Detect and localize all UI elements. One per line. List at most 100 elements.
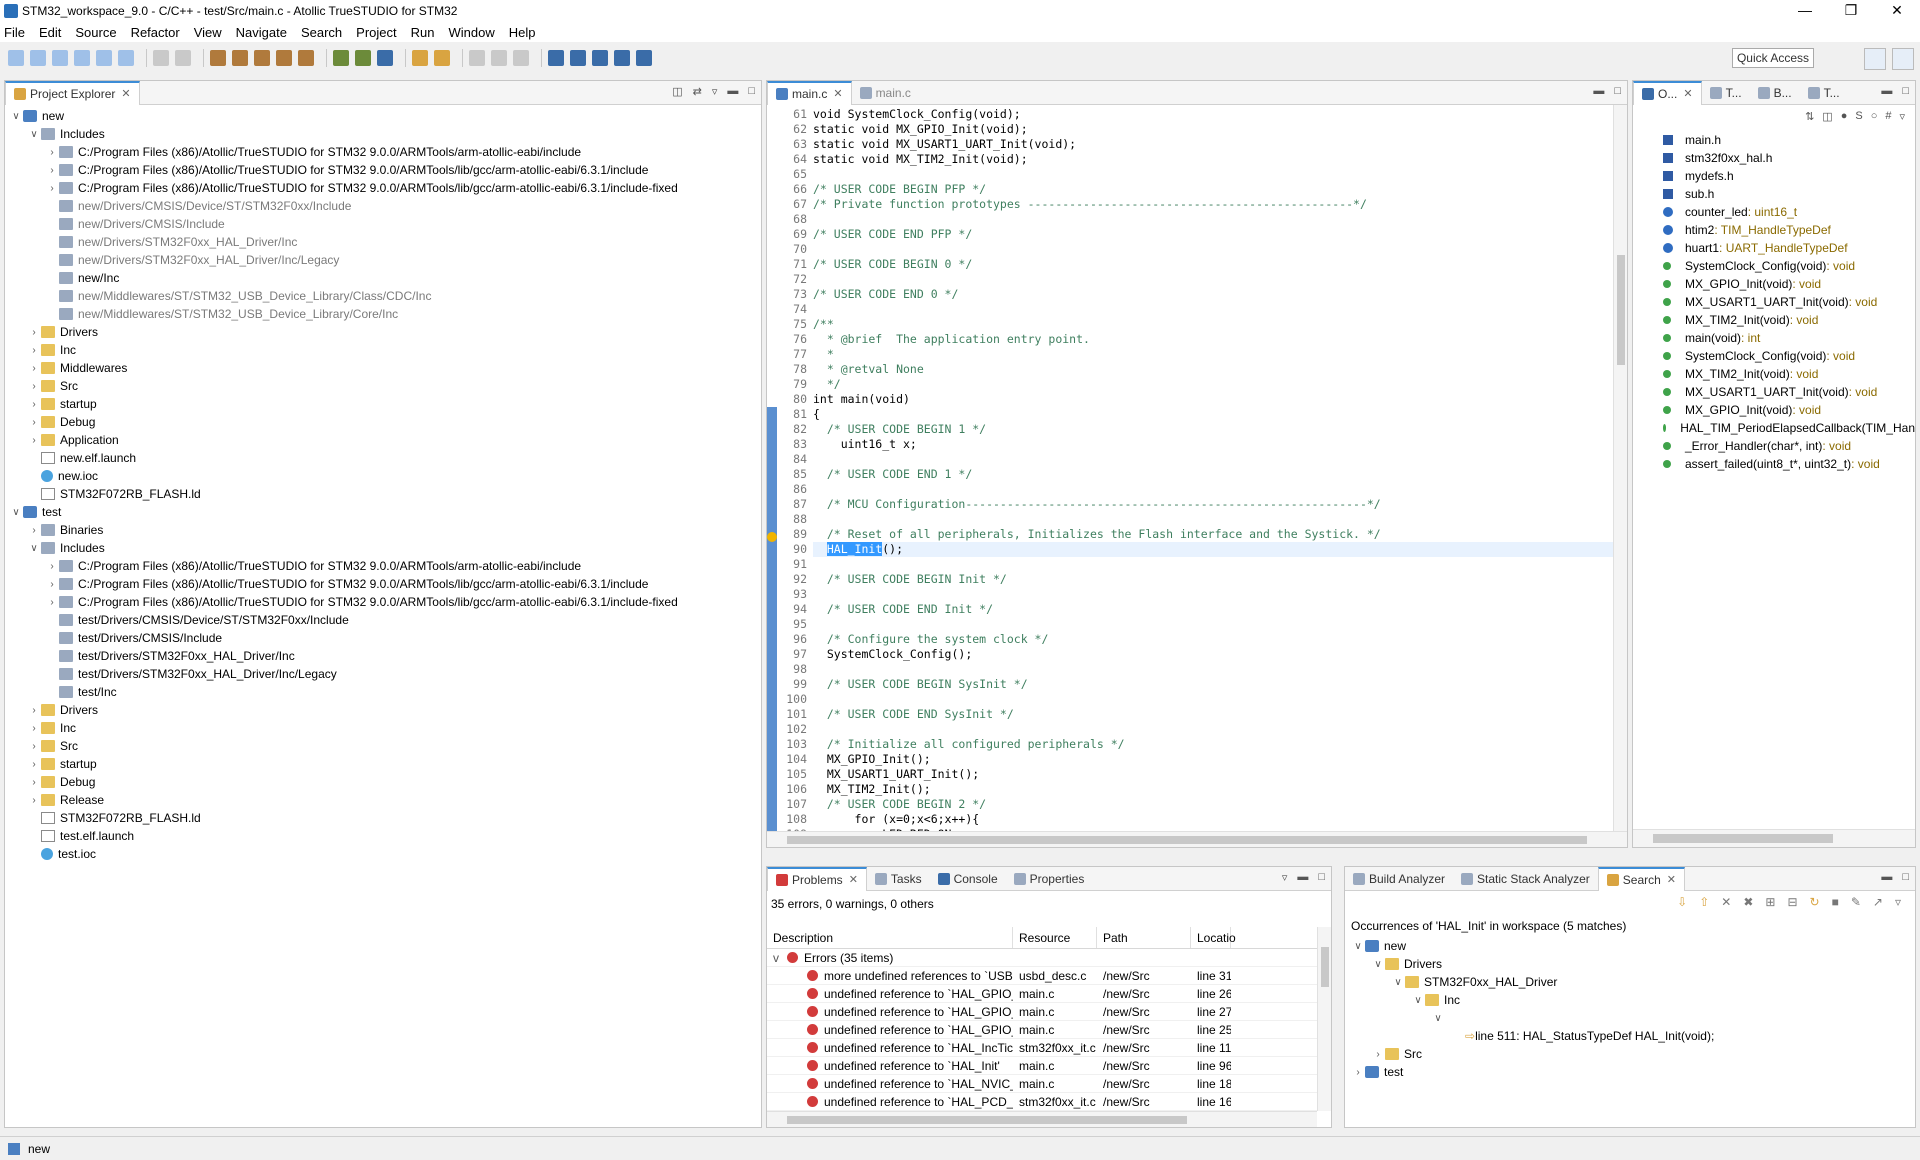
expanded-arrow-icon[interactable]: ∨ (9, 507, 23, 518)
menu-item-run[interactable]: Run (411, 25, 435, 40)
code-editor[interactable]: 61 62 63 64 65 66 67 68 69 70 71 72 73 74 75 76 77 78 79 80… (767, 105, 1627, 831)
hide-fields-icon[interactable]: ● (1841, 110, 1848, 124)
maximize-button[interactable]: ❐ (1828, 0, 1874, 22)
open-folder-icon[interactable] (412, 50, 428, 66)
tree-item[interactable]: new/Middlewares/ST/STM32_USB_Device_Libr… (5, 287, 761, 305)
table-row[interactable]: undefined reference to `HAL_GPIO_Init' ma… (767, 1003, 1317, 1021)
tree-item[interactable]: new/Drivers/CMSIS/Include (5, 215, 761, 233)
collapse-all-icon[interactable]: ◫ (1822, 110, 1832, 124)
maximize-icon[interactable]: □ (748, 85, 755, 98)
menu-item-file[interactable]: File (4, 25, 25, 40)
tree-item[interactable]: test/Drivers/CMSIS/Device/ST/STM32F0xx/I… (5, 611, 761, 629)
save-all-icon[interactable] (175, 50, 191, 66)
tree-item[interactable]: test/Drivers/STM32F0xx_HAL_Driver/Inc/Le… (5, 665, 761, 683)
minimize-icon[interactable]: ▬ (727, 85, 738, 98)
outline-item[interactable]: MX_TIM2_Init(void) : void (1663, 365, 1915, 383)
tree-item[interactable]: › Drivers (5, 323, 761, 341)
build-config-icon[interactable] (298, 50, 314, 66)
outline-horizontal-scrollbar[interactable] (1633, 829, 1915, 847)
expanded-arrow-icon[interactable]: ∨ (1411, 995, 1425, 1006)
outline-item[interactable]: SystemClock_Config(void) : void (1663, 347, 1915, 365)
forward-icon[interactable] (513, 50, 529, 66)
maximize-icon[interactable]: □ (1902, 85, 1909, 97)
collapsed-arrow-icon[interactable]: › (45, 579, 59, 590)
outline-item[interactable]: MX_TIM2_Init(void) : void (1663, 311, 1915, 329)
quick-access-input[interactable]: Quick Access (1731, 48, 1814, 68)
table-row[interactable]: undefined reference to `HAL_Init' main.c /… (767, 1057, 1317, 1075)
tools-icon[interactable] (434, 50, 450, 66)
tab-console[interactable]: Console (930, 867, 1006, 891)
menu-item-search[interactable]: Search (301, 25, 342, 40)
pin-icon[interactable]: ↗ (1873, 895, 1883, 909)
outline-item[interactable]: huart1 : UART_HandleTypeDef (1663, 239, 1915, 257)
tree-item[interactable]: new/Drivers/CMSIS/Device/ST/STM32F0xx/In… (5, 197, 761, 215)
outline-item[interactable]: main.h (1663, 131, 1915, 149)
link-editor-icon[interactable]: ⇄ (693, 85, 702, 98)
menu-item-source[interactable]: Source (75, 25, 116, 40)
expanded-arrow-icon[interactable]: ∨ (1351, 941, 1365, 952)
collapsed-arrow-icon[interactable]: › (27, 705, 41, 716)
build-icon[interactable] (210, 50, 226, 66)
tab-main-c-active[interactable]: main.c ✕ (767, 80, 852, 105)
outline-item[interactable]: _Error_Handler(char*, int) : void (1663, 437, 1915, 455)
filter-icon[interactable]: ▿ (1282, 871, 1288, 884)
collapsed-arrow-icon[interactable]: › (27, 327, 41, 338)
column-header-1[interactable]: Resource (1013, 927, 1097, 948)
tab-problems[interactable]: Problems ✕ (767, 866, 867, 891)
column-header-0[interactable]: Description (767, 927, 1013, 948)
export-icon[interactable] (118, 50, 134, 66)
collapsed-arrow-icon[interactable]: › (45, 183, 59, 194)
expanded-arrow-icon[interactable]: ∨ (9, 111, 23, 122)
close-icon[interactable]: ✕ (849, 873, 858, 886)
expanded-arrow-icon[interactable]: ∨ (27, 129, 41, 140)
tree-item[interactable]: ∨ Includes (5, 539, 761, 557)
search-tree-item[interactable]: ∨ (1351, 1009, 1915, 1027)
window-icon[interactable] (570, 50, 586, 66)
tree-item[interactable]: new.ioc (5, 467, 761, 485)
tab-project-explorer[interactable]: Project Explorer ✕ (5, 80, 140, 105)
close-icon[interactable]: ✕ (1683, 87, 1692, 100)
save-icon[interactable] (153, 50, 169, 66)
outline-item[interactable]: MX_USART1_UART_Init(void) : void (1663, 293, 1915, 311)
menu-item-view[interactable]: View (194, 25, 222, 40)
tree-item[interactable]: › Debug (5, 773, 761, 791)
collapse-all-icon[interactable]: ◫ (672, 85, 682, 98)
hide-static-icon[interactable]: S (1855, 110, 1862, 124)
collapsed-arrow-icon[interactable]: › (27, 417, 41, 428)
new-header-icon[interactable] (74, 50, 90, 66)
exit-icon[interactable] (636, 50, 652, 66)
tab-build-analyzer[interactable]: Build Analyzer (1345, 867, 1453, 891)
navigate-icon[interactable] (469, 50, 485, 66)
collapse-all-icon[interactable]: ⊟ (1787, 895, 1797, 909)
collapsed-arrow-icon[interactable]: › (1371, 1049, 1385, 1060)
debug-icon[interactable] (333, 50, 349, 66)
next-match-icon[interactable]: ⇩ (1677, 895, 1687, 909)
table-row[interactable]: undefined reference to `HAL_NVIC_SetPrio… (767, 1075, 1317, 1093)
column-header-3[interactable]: Locatio (1191, 927, 1236, 948)
expanded-arrow-icon[interactable]: ∨ (1431, 1013, 1445, 1024)
minimize-icon[interactable]: ▬ (1297, 871, 1308, 884)
outline-item[interactable]: HAL_TIM_PeriodElapsedCallback(TIM_Han (1663, 419, 1915, 437)
collapsed-arrow-icon[interactable]: › (27, 399, 41, 410)
tree-item[interactable]: new.elf.launch (5, 449, 761, 467)
remove-all-icon[interactable]: ✖ (1743, 895, 1753, 909)
collapsed-arrow-icon[interactable]: › (45, 165, 59, 176)
search-tree-item[interactable]: ∨ Inc (1351, 991, 1915, 1009)
tree-item[interactable]: › C:/Program Files (x86)/Atollic/TrueSTUD… (5, 161, 761, 179)
maximize-icon[interactable]: □ (1614, 85, 1621, 97)
collapsed-arrow-icon[interactable]: › (27, 363, 41, 374)
collapsed-arrow-icon[interactable]: › (45, 597, 59, 608)
tab-outline[interactable]: O... ✕ (1633, 80, 1702, 105)
tab-properties[interactable]: Properties (1006, 867, 1093, 891)
menu-item-window[interactable]: Window (449, 25, 495, 40)
tab-templates[interactable]: T... (1800, 81, 1848, 105)
minimize-button[interactable]: — (1782, 0, 1828, 22)
project-node[interactable]: ∨ new (5, 107, 761, 125)
tree-item[interactable]: test.ioc (5, 845, 761, 863)
outline-item[interactable]: MX_GPIO_Init(void) : void (1663, 401, 1915, 419)
hide-nonpublic-icon[interactable]: ○ (1871, 110, 1878, 124)
outline-item[interactable]: stm32f0xx_hal.h (1663, 149, 1915, 167)
tree-item[interactable]: ∨ Includes (5, 125, 761, 143)
menu-item-project[interactable]: Project (356, 25, 396, 40)
build-all-icon[interactable] (232, 50, 248, 66)
